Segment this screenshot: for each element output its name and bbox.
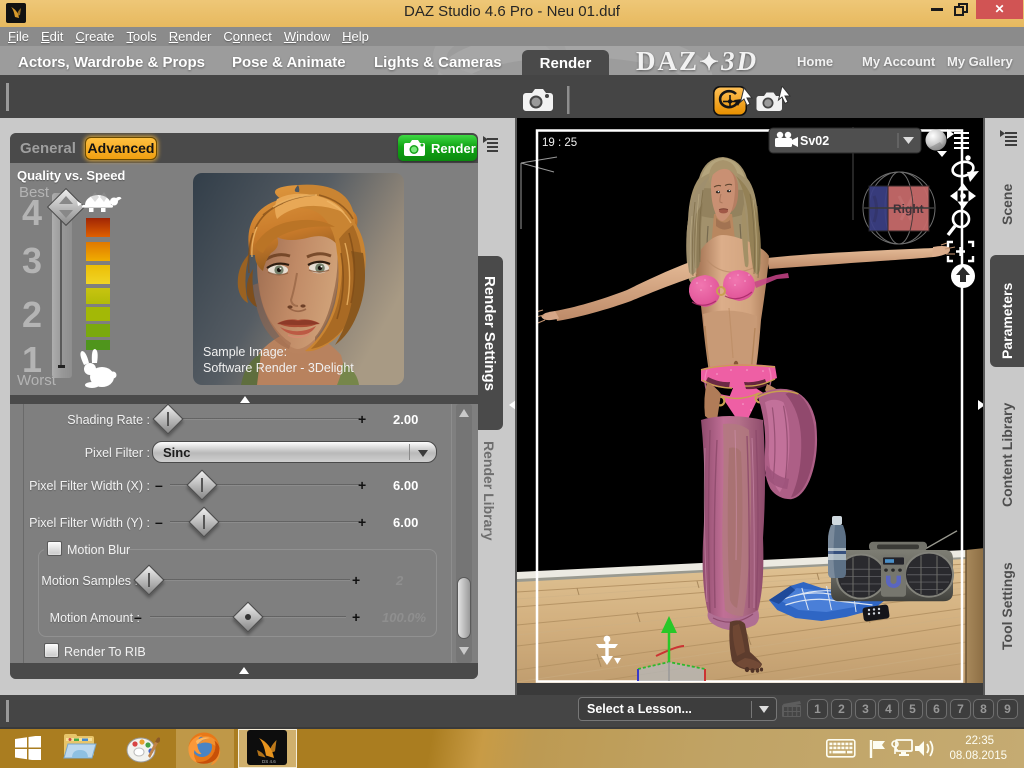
svg-text:19 : 25: 19 : 25 [542, 137, 577, 149]
svg-text:Sv02: Sv02 [800, 134, 829, 148]
svg-text:Right: Right [893, 202, 924, 216]
svg-text:Render: Render [431, 141, 476, 156]
svg-text:DS 4.6: DS 4.6 [262, 759, 276, 764]
